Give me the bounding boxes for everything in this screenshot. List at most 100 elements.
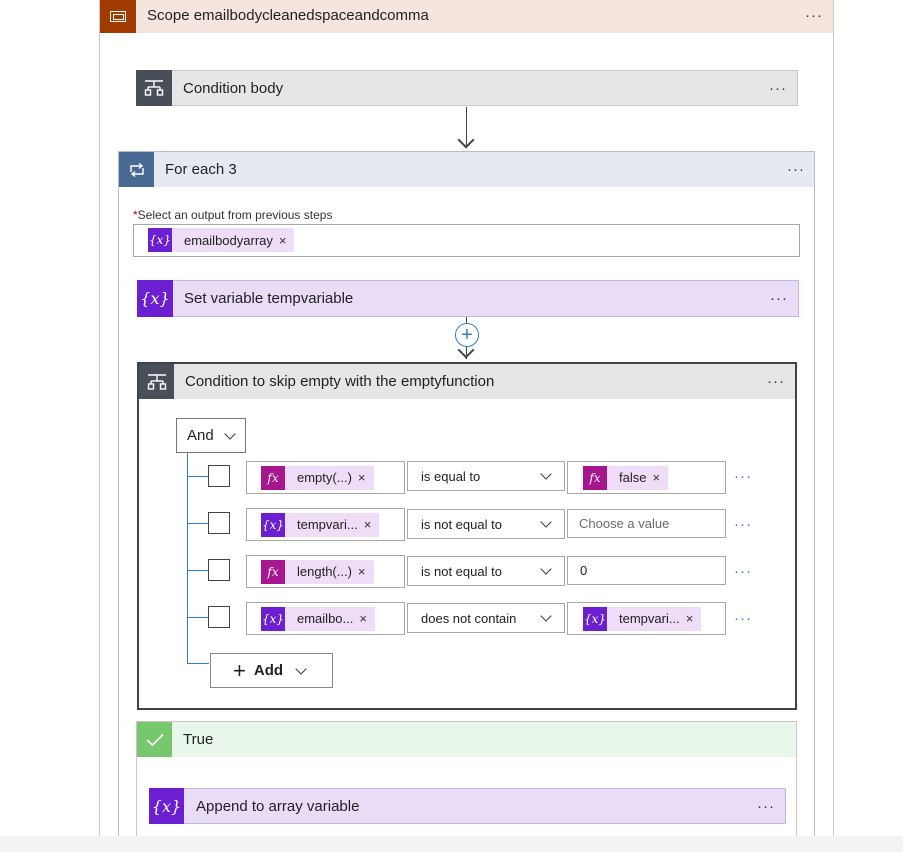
left-operand-token[interactable]: fx length(...) × (261, 559, 374, 584)
row-more-menu[interactable]: ··· (734, 610, 752, 627)
chevron-down-icon (540, 467, 552, 480)
right-operand-field[interactable]: fx false × (567, 461, 726, 494)
left-operand-field[interactable]: {x} emailbo... × (246, 602, 405, 635)
foreach-more-menu[interactable]: ··· (787, 162, 805, 177)
left-operand-token[interactable]: {x} tempvari... × (261, 512, 380, 537)
set-variable-more-menu[interactable]: ··· (770, 291, 788, 306)
chevron-down-icon (295, 662, 307, 675)
row-select-checkbox[interactable] (208, 512, 230, 534)
function-icon: fx (261, 465, 285, 490)
tree-branch-line (187, 617, 209, 618)
bottom-strip (0, 836, 903, 852)
remove-token-icon[interactable]: × (652, 470, 668, 485)
variable-icon: {x} (148, 228, 172, 252)
tree-branch-line (187, 663, 209, 664)
left-operand-field[interactable]: {x} tempvari... × (246, 508, 405, 541)
left-operand-label: tempvari... (297, 517, 358, 532)
scope-title: Scope emailbodycleanedspaceandcomma (147, 7, 429, 24)
add-button-label: Add (253, 662, 284, 679)
left-operand-label: empty(...) (297, 470, 352, 485)
operator-label: is not equal to (421, 516, 502, 532)
operator-dropdown[interactable]: does not contain (407, 603, 565, 633)
remove-token-icon[interactable]: × (358, 470, 374, 485)
right-value-input[interactable]: Choose a value (567, 509, 726, 538)
insert-step-plus-icon[interactable]: + (455, 323, 479, 347)
remove-token-icon[interactable]: × (359, 611, 375, 626)
tree-branch-line (187, 570, 209, 571)
variable-icon: {x} (261, 512, 285, 537)
loop-icon (119, 152, 154, 187)
foreach-output-token[interactable]: {x} emailbodyarray × (148, 228, 295, 252)
operator-label: does not contain (421, 610, 517, 626)
row-select-checkbox[interactable] (208, 606, 230, 628)
condition-icon-glyph (147, 373, 166, 390)
chevron-down-icon (540, 562, 552, 575)
condition-more-menu[interactable]: ··· (767, 374, 785, 389)
condition-body-title: Condition body (183, 80, 284, 97)
left-operand-token[interactable]: {x} emailbo... × (261, 606, 375, 631)
scope-more-menu[interactable]: ··· (805, 8, 823, 23)
loop-icon-glyph (129, 162, 144, 177)
set-variable-title: Set variable tempvariable (184, 290, 354, 307)
tree-branch-line (187, 523, 209, 524)
remove-token-icon[interactable]: × (279, 233, 295, 248)
add-condition-button[interactable]: + Add (210, 653, 333, 688)
right-value-text: 0 (580, 563, 588, 578)
variable-icon: {x} (137, 280, 173, 317)
chevron-down-icon (540, 609, 552, 622)
operator-dropdown[interactable]: is not equal to (407, 509, 565, 539)
right-operand-token[interactable]: {x} tempvari... × (583, 606, 702, 631)
right-operand-field[interactable]: {x} tempvari... × (567, 602, 726, 635)
row-select-checkbox[interactable] (208, 465, 230, 487)
check-icon-glyph (145, 733, 164, 746)
append-array-title: Append to array variable (196, 798, 360, 815)
left-operand-field[interactable]: fx length(...) × (246, 555, 405, 588)
left-operand-token[interactable]: fx empty(...) × (261, 465, 374, 490)
operator-dropdown[interactable]: is not equal to (407, 556, 565, 586)
operator-dropdown[interactable]: is equal to (407, 461, 565, 491)
row-more-menu[interactable]: ··· (734, 468, 752, 485)
chevron-down-icon (540, 515, 552, 528)
condition-body-more-menu[interactable]: ··· (769, 81, 787, 96)
right-operand-label: false (619, 470, 647, 485)
operator-label: is not equal to (421, 563, 502, 579)
plus-icon: + (233, 657, 246, 683)
row-more-menu[interactable]: ··· (734, 516, 752, 533)
row-more-menu[interactable]: ··· (734, 563, 752, 580)
tree-connector-line (187, 453, 188, 664)
condition-icon (139, 364, 174, 399)
row-select-checkbox[interactable] (208, 559, 230, 581)
right-value-input[interactable]: 0 (567, 556, 726, 585)
remove-token-icon[interactable]: × (364, 517, 380, 532)
variable-icon: {x} (149, 788, 184, 824)
right-operand-label: tempvari... (619, 611, 680, 626)
operator-label: is equal to (421, 468, 481, 484)
function-icon: fx (583, 465, 607, 490)
group-operator-dropdown[interactable]: And (176, 418, 246, 453)
foreach-input-label-text: Select an output from previous steps (137, 208, 333, 222)
foreach-title: For each 3 (165, 161, 237, 178)
left-operand-label: length(...) (297, 564, 352, 579)
right-operand-token[interactable]: fx false × (583, 465, 669, 490)
append-array-more-menu[interactable]: ··· (757, 799, 775, 814)
condition-icon (136, 70, 172, 106)
check-icon (137, 722, 172, 757)
variable-icon: {x} (261, 606, 285, 631)
left-operand-field[interactable]: fx empty(...) × (246, 461, 405, 494)
left-operand-label: emailbo... (297, 611, 354, 626)
true-branch-header[interactable] (137, 722, 796, 757)
tree-branch-line (187, 476, 209, 477)
remove-token-icon[interactable]: × (358, 564, 374, 579)
condition-title: Condition to skip empty with the emptyfu… (185, 373, 495, 390)
condition-body-icon-glyph (144, 80, 164, 96)
right-value-placeholder: Choose a value (579, 516, 670, 531)
chevron-down-icon (224, 427, 236, 440)
true-branch-title: True (183, 731, 214, 748)
foreach-input-label: *Select an output from previous steps (133, 208, 332, 222)
foreach-token-label: emailbodyarray (184, 232, 273, 248)
group-operator-label: And (187, 427, 214, 444)
function-icon: fx (261, 559, 285, 584)
remove-token-icon[interactable]: × (686, 611, 702, 626)
scope-icon (100, 0, 136, 33)
variable-icon: {x} (583, 606, 607, 631)
